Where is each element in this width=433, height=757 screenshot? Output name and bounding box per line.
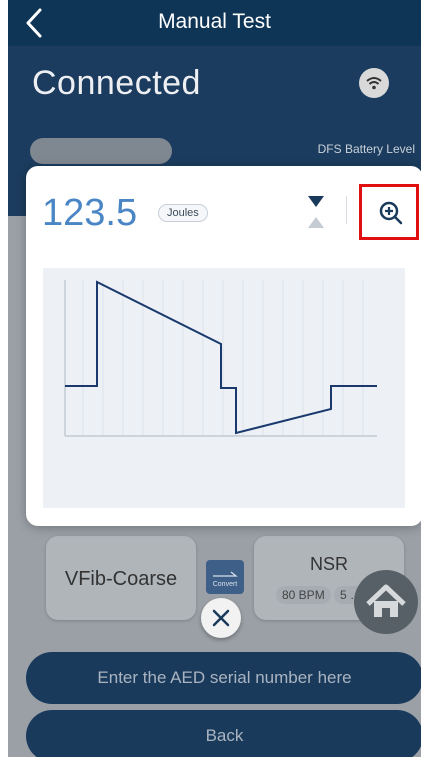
- waveform-graph: [64, 280, 377, 437]
- page-title: Manual Test: [158, 10, 271, 33]
- zoom-in-icon[interactable]: [378, 200, 404, 226]
- aed-serial-button[interactable]: Enter the AED serial number here: [26, 652, 421, 704]
- device-name-pill: [30, 138, 172, 164]
- home-icon: [366, 584, 406, 617]
- zoom-highlight[interactable]: [359, 184, 419, 240]
- arrow-right-icon: [213, 571, 238, 577]
- close-icon: [212, 609, 230, 627]
- bpm-badge: 80 BPM: [276, 586, 331, 604]
- waveform-line: [65, 280, 377, 435]
- connection-status: Connected: [32, 64, 201, 102]
- hourglass-icon: [308, 196, 324, 228]
- waveform-plot: [43, 268, 405, 508]
- rhythm-card-from[interactable]: VFib-Coarse: [46, 536, 196, 620]
- wifi-icon: [359, 68, 389, 98]
- energy-modal: 123.5 Joules: [26, 166, 421, 526]
- energy-unit-badge: Joules: [158, 204, 208, 222]
- energy-value: 123.5: [42, 192, 138, 234]
- close-button[interactable]: [201, 598, 241, 638]
- battery-label: DFS Battery Level: [317, 142, 415, 156]
- home-button[interactable]: [354, 570, 418, 634]
- convert-label: Convert: [212, 581, 238, 588]
- app-frame: Manual Test Connected DFS Battery Level …: [8, 0, 421, 757]
- rhythm-from-label: VFib-Coarse: [64, 568, 178, 590]
- back-button[interactable]: Back: [26, 710, 421, 757]
- divider: [346, 196, 347, 224]
- top-nav: Manual Test: [8, 0, 421, 46]
- convert-button[interactable]: Convert: [206, 560, 244, 594]
